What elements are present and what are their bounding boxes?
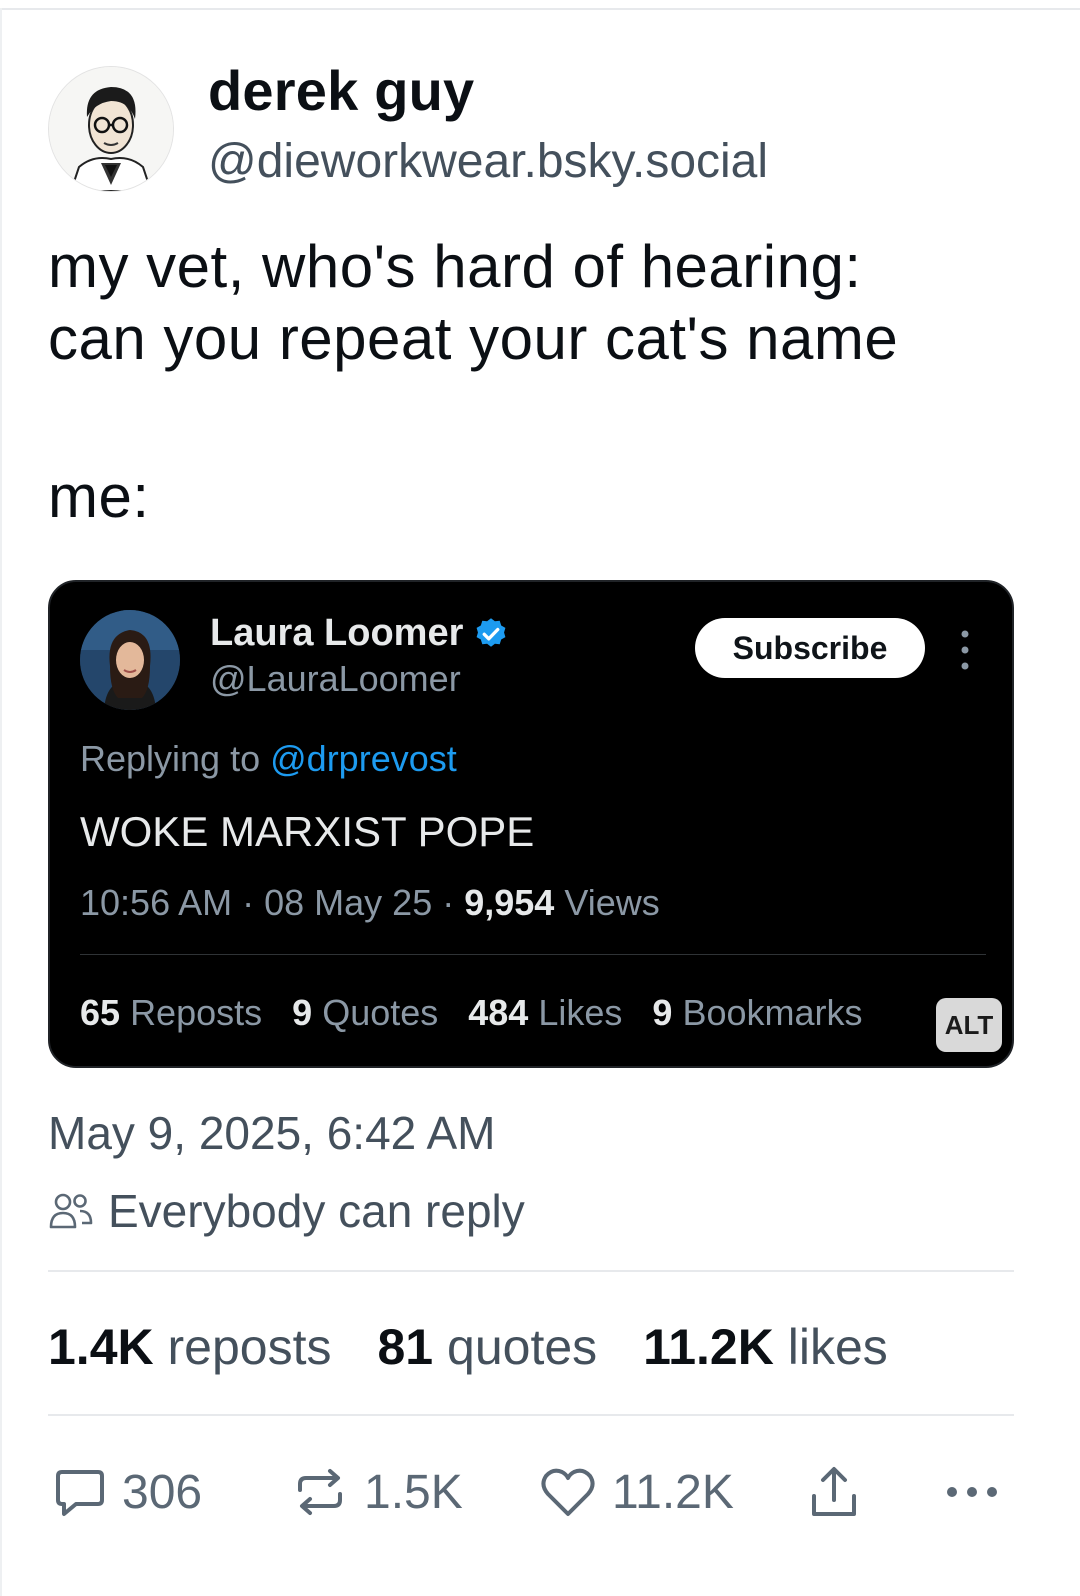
verified-badge-icon	[476, 617, 506, 647]
embed-stat-reposts: 65 Reposts	[80, 992, 263, 1033]
more-horizontal-icon	[947, 1487, 997, 1497]
reply-icon	[56, 1470, 104, 1516]
stat-reposts[interactable]: 1.4K reposts	[48, 1319, 332, 1375]
post-text-line-2: can you repeat your cat's name	[48, 305, 899, 372]
post-stats: 1.4K reposts 81 quotes 11.2K likes	[48, 1318, 934, 1376]
alt-text-button[interactable]: ALT	[936, 998, 1002, 1052]
heart-icon	[541, 1468, 595, 1516]
embed-stat-likes: 484 Likes	[468, 992, 623, 1033]
post-timestamp: May 9, 2025, 6:42 AM	[48, 1107, 496, 1159]
top-border	[0, 8, 1080, 10]
embed-time: 10:56 AM	[80, 882, 233, 923]
embed-divider	[80, 954, 986, 955]
post-text-line-1: my vet, who's hard of hearing:	[48, 233, 862, 300]
reply-setting-label: Everybody can reply	[108, 1185, 525, 1237]
stat-quotes[interactable]: 81 quotes	[378, 1319, 598, 1375]
repost-button[interactable]: 1.5K	[290, 1458, 463, 1526]
share-icon	[812, 1467, 856, 1516]
subscribe-button: Subscribe	[695, 618, 925, 678]
embed-author-handle: @LauraLoomer	[210, 658, 461, 699]
like-button[interactable]: 11.2K	[538, 1458, 734, 1526]
embed-stat-quotes: 9 Quotes	[292, 992, 439, 1033]
left-border	[0, 8, 2, 1596]
author-name[interactable]: derek guy	[208, 58, 474, 123]
embed-post-text: WOKE MARXIST POPE	[80, 808, 535, 855]
share-button[interactable]	[806, 1458, 862, 1526]
embedded-image[interactable]: Laura Loomer @LauraLoomer Subscribe Repl…	[48, 580, 1014, 1068]
embed-meta: 10:56 AM · 08 May 25 · 9,954 Views	[80, 882, 660, 923]
post-text-line-3: me:	[48, 463, 150, 530]
like-count: 11.2K	[612, 1465, 734, 1519]
embed-stats: 65 Reposts 9 Quotes 484 Likes 9 Bookmarks	[80, 992, 893, 1034]
repost-icon	[298, 1469, 342, 1515]
embed-author-name: Laura Loomer	[210, 612, 509, 655]
more-options-button[interactable]	[944, 1458, 1000, 1526]
portrait-photo-icon	[80, 610, 180, 710]
illustrated-portrait-icon	[49, 67, 173, 191]
author-avatar[interactable]	[48, 66, 174, 192]
embed-views-count: 9,954	[464, 882, 555, 923]
author-handle[interactable]: @dieworkwear.bsky.social	[208, 134, 768, 189]
embed-replying-to: Replying to @drprevost	[80, 738, 457, 780]
reply-setting[interactable]: Everybody can reply	[48, 1184, 525, 1238]
embed-stat-bookmarks: 9 Bookmarks	[652, 992, 863, 1033]
embed-views-label: Views	[564, 882, 660, 923]
reply-count: 306	[122, 1465, 203, 1519]
embed-date: 08 May 25	[264, 882, 433, 923]
replying-mention: @drprevost	[270, 738, 457, 779]
embed-author-name-text: Laura Loomer	[210, 612, 464, 654]
more-vertical-icon	[961, 630, 969, 670]
embed-avatar	[80, 610, 180, 710]
repost-count: 1.5K	[364, 1465, 463, 1519]
divider-top	[48, 1270, 1014, 1272]
reply-button[interactable]: 306	[52, 1458, 202, 1526]
stat-likes[interactable]: 11.2K likes	[643, 1319, 888, 1375]
replying-prefix: Replying to	[80, 738, 261, 779]
divider-bottom	[48, 1414, 1014, 1416]
people-icon	[49, 1193, 93, 1229]
